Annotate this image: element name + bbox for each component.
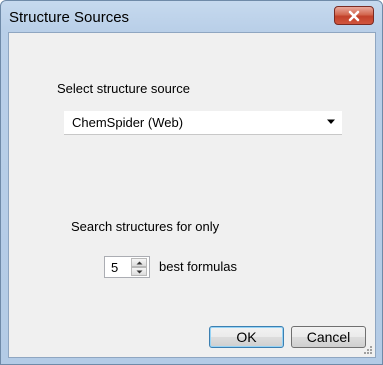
close-icon	[348, 10, 360, 21]
spin-up-icon	[136, 261, 142, 264]
ok-button[interactable]: OK	[209, 326, 284, 348]
formula-count-value[interactable]: 5	[111, 260, 118, 275]
close-button[interactable]	[334, 6, 374, 25]
search-label: Search structures for only	[71, 219, 220, 234]
spin-up-button[interactable]	[131, 258, 147, 267]
cancel-button[interactable]: Cancel	[291, 326, 366, 348]
resize-grip-icon[interactable]	[363, 345, 373, 355]
dialog-window: Structure Sources Select structure sourc…	[0, 0, 383, 365]
source-label: Select structure source	[57, 81, 190, 96]
dropdown-selected-value: ChemSpider (Web)	[72, 115, 184, 130]
window-title: Structure Sources	[9, 9, 130, 26]
spin-down-button[interactable]	[131, 267, 147, 276]
formula-count-stepper[interactable]: 5	[104, 256, 150, 278]
chevron-down-icon	[327, 119, 335, 124]
structure-source-dropdown[interactable]: ChemSpider (Web)	[64, 111, 342, 135]
dialog-body: Select structure source ChemSpider (Web)…	[8, 32, 376, 358]
best-formulas-label: best formulas	[159, 259, 238, 274]
spin-down-icon	[136, 270, 142, 273]
